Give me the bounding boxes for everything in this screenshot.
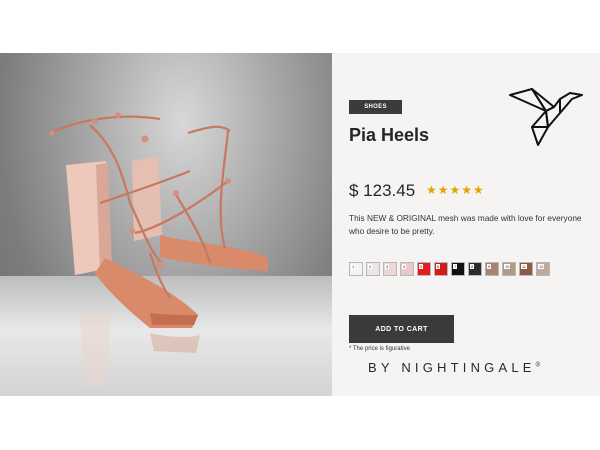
product-title: Pia Heels — [349, 125, 430, 145]
color-swatch[interactable]: 9 — [485, 262, 499, 276]
product-description: This NEW & ORIGINAL mesh was made with l… — [349, 213, 582, 236]
brand-text: BY NIGHTINGALE — [368, 360, 536, 375]
color-swatch[interactable]: 2 — [366, 262, 380, 276]
swatch-number: 3 — [385, 264, 390, 269]
brand-registered-mark: ® — [535, 362, 541, 369]
product-price: $ 123.45 — [349, 181, 416, 200]
product-card: SHOES Pia Heels $ 123.45 ★★★★★ This NEW … — [0, 53, 600, 396]
color-swatches: 1 2 3 4 5 6 7 8 9 10 11 12 — [349, 262, 550, 276]
swatch-number: 7 — [453, 264, 458, 269]
swatch-number: 5 — [419, 264, 424, 269]
swatch-number: 10 — [504, 264, 511, 269]
swatch-number: 1 — [351, 264, 356, 269]
category-badge: SHOES — [349, 100, 402, 114]
swatch-number: 8 — [470, 264, 475, 269]
color-swatch[interactable]: 7 — [451, 262, 465, 276]
swatch-number: 12 — [538, 264, 545, 269]
add-to-cart-button[interactable]: ADD TO CART — [349, 315, 454, 343]
color-swatch[interactable]: 10 — [502, 262, 516, 276]
product-photo — [0, 53, 332, 396]
color-swatch[interactable]: 11 — [519, 262, 533, 276]
color-swatch[interactable]: 5 — [417, 262, 431, 276]
color-swatch[interactable]: 1 — [349, 262, 363, 276]
color-swatch[interactable]: 6 — [434, 262, 448, 276]
product-info-panel: SHOES Pia Heels $ 123.45 ★★★★★ This NEW … — [332, 53, 600, 396]
origami-bird-icon — [509, 88, 583, 146]
color-swatch[interactable]: 4 — [400, 262, 414, 276]
color-swatch[interactable]: 3 — [383, 262, 397, 276]
rating-stars: ★★★★★ — [426, 183, 485, 197]
swatch-number: 11 — [521, 264, 528, 269]
swatch-number: 4 — [402, 264, 407, 269]
pink-heels-photo — [49, 112, 268, 387]
color-swatch[interactable]: 12 — [536, 262, 550, 276]
swatch-number: 9 — [487, 264, 492, 269]
price-note: * The price is figurative — [349, 346, 410, 352]
brand-signature: BY NIGHTINGALE® — [368, 360, 540, 375]
swatch-number: 6 — [436, 264, 441, 269]
color-swatch[interactable]: 8 — [468, 262, 482, 276]
swatch-number: 2 — [368, 264, 373, 269]
